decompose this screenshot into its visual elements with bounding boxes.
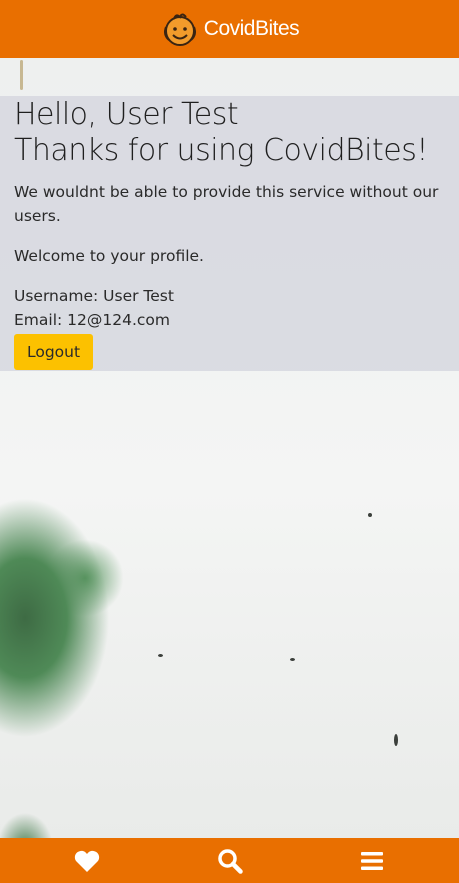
speck [158, 654, 163, 657]
menu-icon [361, 851, 383, 870]
username-line: Username: User Test [14, 287, 174, 305]
speck [20, 60, 23, 90]
user-info: Username: User Test Email: 12@124.com [14, 284, 445, 332]
app-header: CovidBites [0, 0, 459, 58]
thanks-heading: Thanks for using CovidBites! [14, 133, 428, 168]
profile-panel: Hello, User Test Thanks for using CovidB… [0, 96, 459, 371]
search-icon [217, 848, 243, 874]
nav-favorites[interactable] [73, 847, 101, 875]
heart-icon [74, 850, 100, 872]
email-line: Email: 12@124.com [14, 311, 170, 329]
speck [368, 513, 372, 517]
brand[interactable]: CovidBites [160, 9, 300, 49]
welcome-text: Welcome to your profile. [14, 247, 204, 265]
nav-search[interactable] [216, 847, 244, 875]
speck [394, 734, 398, 746]
smiling-face-logo-icon [163, 13, 196, 46]
intro-text: We wouldnt be able to provide this servi… [14, 183, 439, 225]
bottom-nav [0, 838, 459, 883]
logout-button[interactable]: Logout [14, 334, 94, 370]
brand-name: CovidBites [203, 17, 300, 40]
speck [290, 658, 295, 661]
greeting-heading: Hello, User Test [14, 97, 239, 132]
nav-menu[interactable] [358, 847, 386, 875]
